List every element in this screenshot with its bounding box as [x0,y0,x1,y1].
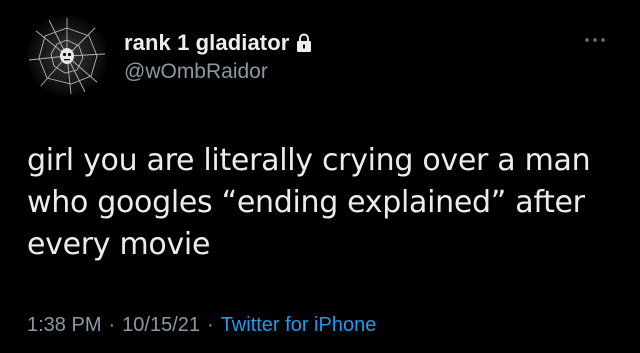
user-handle[interactable]: @wOmbRaidor [124,60,268,84]
tweet-time[interactable]: 1:38 PM [27,314,101,337]
meta-separator: · [207,314,214,336]
tweet-date[interactable]: 10/15/21 [122,314,200,337]
tweet-meta: 1:38 PM · 10/15/21 · Twitter for iPhone [27,314,376,337]
more-options-icon[interactable] [583,36,607,44]
tweet-text: girl you are literally crying over a man… [27,143,591,262]
display-name[interactable]: rank 1 gladiator [124,30,289,56]
user-name-row: rank 1 gladiator [124,30,312,56]
meta-separator: · [108,314,116,336]
avatar[interactable] [27,16,107,96]
lock-icon [296,33,312,53]
broken-glass-avatar-icon [27,16,107,96]
tweet-card: rank 1 gladiator @wOmbRaidor girl you ar… [0,0,640,353]
tweet-source-link[interactable]: Twitter for iPhone [221,314,377,337]
